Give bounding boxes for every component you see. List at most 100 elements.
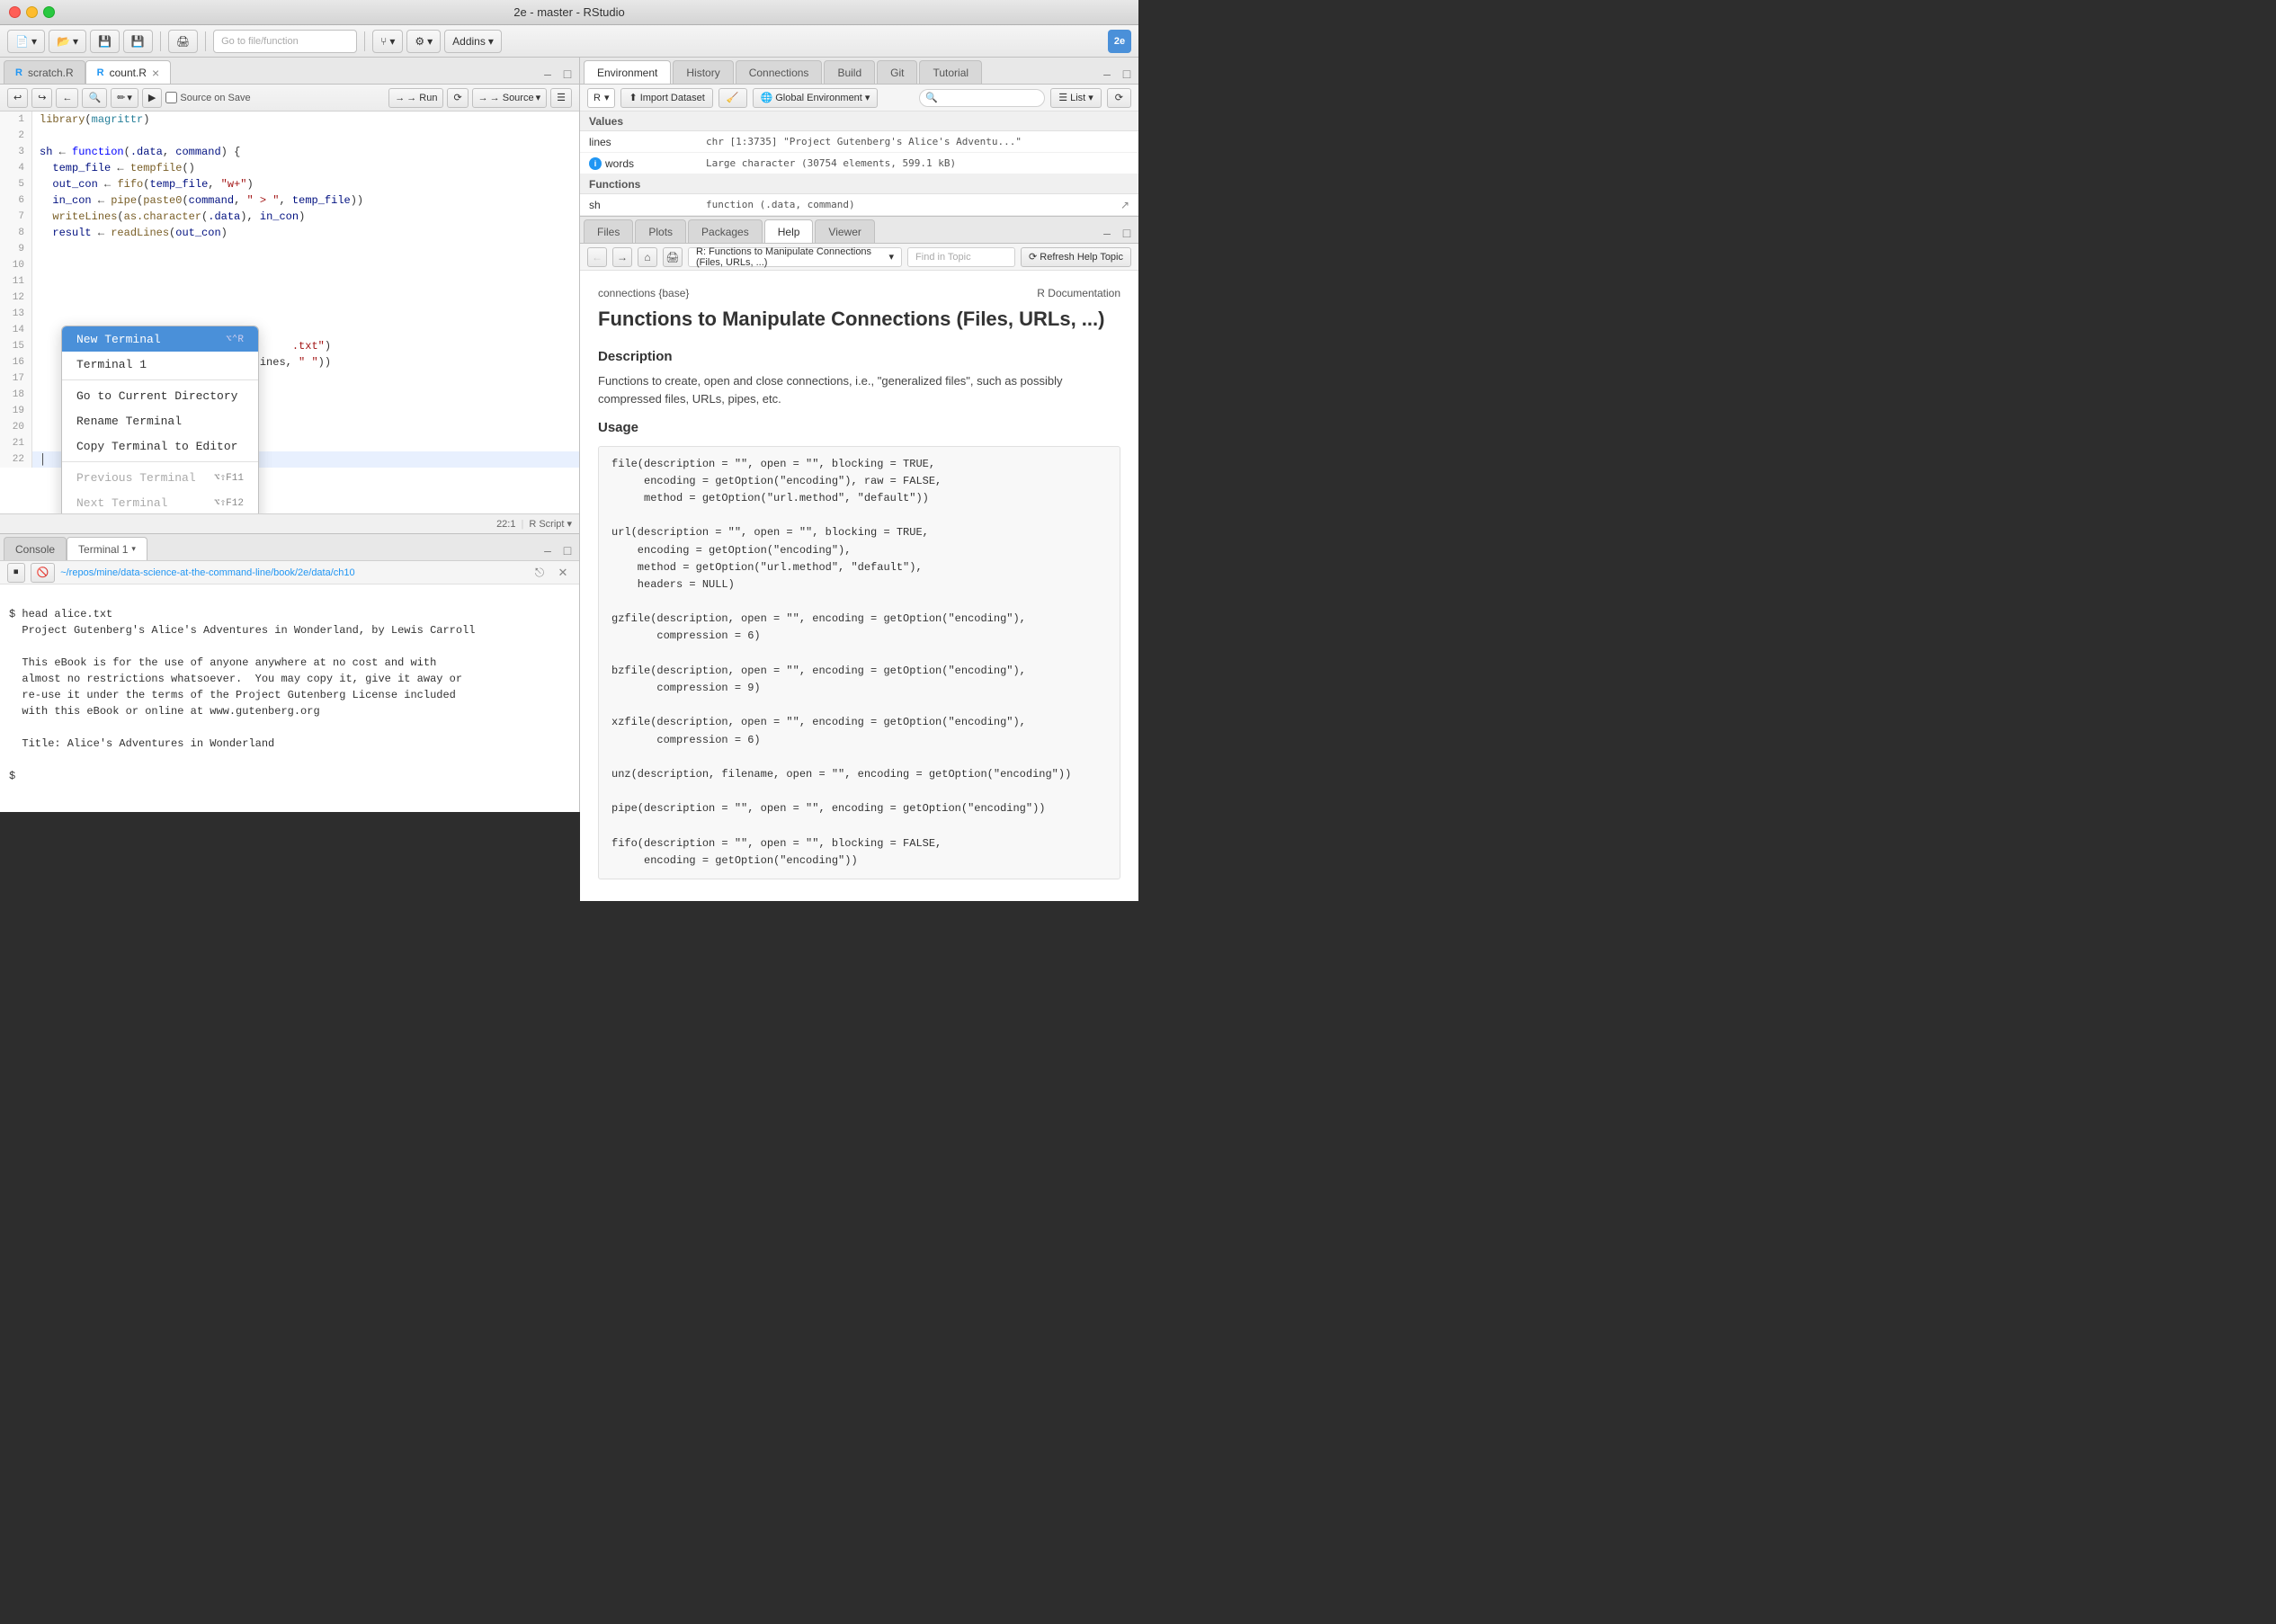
broom-button[interactable]: 🧹 (719, 88, 747, 108)
run-button[interactable]: → → Run (388, 88, 443, 108)
help-home-button[interactable]: ⌂ (638, 247, 657, 267)
minimize-button[interactable] (26, 6, 38, 18)
print-button[interactable]: 🖨 (168, 30, 198, 53)
code-line-12: 12 (0, 290, 579, 306)
format-button[interactable]: ✏ ▾ (111, 88, 138, 108)
help-location-text: R: Functions to Manipulate Connections (… (696, 246, 889, 268)
find-in-topic-input[interactable]: Find in Topic (907, 247, 1015, 267)
tab-packages[interactable]: Packages (688, 219, 763, 243)
import-dataset-button[interactable]: ⬆ Import Dataset (620, 88, 712, 108)
tab-tutorial[interactable]: Tutorial (919, 60, 982, 84)
compile-button[interactable]: ▶ (142, 88, 162, 108)
refresh-env-button[interactable]: ⟳ (1107, 88, 1131, 108)
help-location-bar: R: Functions to Manipulate Connections (… (688, 247, 902, 267)
tab-files[interactable]: Files (584, 219, 633, 243)
toolbar-separator-1 (160, 31, 161, 51)
console-clear-button[interactable]: ⎋ (531, 564, 549, 582)
terminal-tab[interactable]: Terminal 1 ▾ (67, 537, 147, 560)
menu-item-goto-dir[interactable]: Go to Current Directory (62, 383, 258, 408)
source-button[interactable]: → → Source ▾ (472, 88, 547, 108)
code-line-4: 4 temp_file ← tempfile() (0, 160, 579, 176)
dropdown-arrow: ▾ (604, 92, 610, 103)
undo-button[interactable]: ↩ (7, 88, 28, 108)
refresh-help-button[interactable]: ⟳ Refresh Help Topic (1021, 247, 1131, 267)
tab-count-label: count.R (110, 67, 147, 79)
tab-scratch-r[interactable]: R scratch.R (4, 60, 85, 84)
tab-plots[interactable]: Plots (635, 219, 686, 243)
minimize-console-button[interactable]: – (540, 542, 556, 558)
help-print-button[interactable]: 🖨 (663, 247, 683, 267)
help-back-button[interactable]: ← (587, 247, 607, 267)
redo-icon: ↪ (38, 92, 46, 103)
tab-close-icon[interactable]: × (152, 67, 159, 79)
git-commit-button[interactable]: ⑂ ▾ (372, 30, 403, 53)
tab-connections[interactable]: Connections (736, 60, 823, 84)
tab-count-r[interactable]: R count.R × (85, 60, 172, 84)
env-panel-tabs: Environment History Connections Build Gi… (580, 58, 1138, 85)
reload-button[interactable]: ⟳ (447, 88, 468, 108)
addins-button[interactable]: Addins ▾ (444, 30, 502, 53)
menu-item-rename-terminal[interactable]: Rename Terminal (62, 408, 258, 433)
env-row-sh[interactable]: sh function (.data, command) ↗ (580, 194, 1138, 216)
maximize-env-button[interactable]: □ (1119, 66, 1135, 82)
list-view-button[interactable]: ☰ List ▾ (1050, 88, 1102, 108)
env-content: Values lines chr [1:3735] "Project Guten… (580, 112, 1138, 216)
build-tab-label: Build (837, 67, 861, 79)
menu-item-copy-to-editor[interactable]: Copy Terminal to Editor (62, 433, 258, 459)
env-row-lines[interactable]: lines chr [1:3735] "Project Gutenberg's … (580, 131, 1138, 153)
minimize-env-button[interactable]: – (1099, 66, 1115, 82)
redo-button[interactable]: ↪ (31, 88, 52, 108)
tab-help[interactable]: Help (764, 219, 814, 243)
minimize-help-button[interactable]: – (1099, 225, 1115, 241)
reload-icon: ⟳ (453, 92, 461, 103)
r-version-selector[interactable]: R ▾ (587, 88, 615, 108)
terminal-path-label: ~/repos/mine/data-science-at-the-command… (60, 567, 354, 578)
goto-input[interactable]: Go to file/function (213, 30, 357, 53)
help-content[interactable]: connections {base} R Documentation Funct… (580, 271, 1138, 901)
find-button[interactable]: 🔍 (82, 88, 107, 108)
tab-git[interactable]: Git (877, 60, 917, 84)
tab-scratch-label: scratch.R (28, 67, 74, 79)
tab-viewer[interactable]: Viewer (815, 219, 874, 243)
save-button[interactable]: 💾 (90, 30, 120, 53)
new-file-button[interactable]: 📄 ▾ (7, 30, 45, 53)
menu-item-new-terminal[interactable]: New Terminal ⌥⌃R (62, 326, 258, 352)
build-button[interactable]: ⚙ ▾ (406, 30, 441, 53)
code-editor[interactable]: 1 library(magrittr) 2 3 sh ← function(.d… (0, 112, 579, 513)
expand-icon[interactable]: ↗ (1120, 199, 1129, 211)
global-env-selector[interactable]: 🌐 Global Environment ▾ (753, 88, 879, 108)
close-button[interactable] (9, 6, 21, 18)
interrupt-console-button[interactable]: ⏹ (7, 563, 25, 583)
code-line-13: 13 (0, 306, 579, 322)
env-row-words[interactable]: i words Large character (30754 elements,… (580, 153, 1138, 174)
maximize-button[interactable] (43, 6, 55, 18)
print-icon: 🖨 (176, 35, 190, 48)
save-all-button[interactable]: 💾 (123, 30, 153, 53)
tab-history[interactable]: History (673, 60, 733, 84)
right-pane: Environment History Connections Build Gi… (580, 58, 1138, 812)
console-close-button[interactable]: ✕ (554, 564, 572, 582)
menu-button[interactable]: ☰ (550, 88, 572, 108)
console-tab[interactable]: Console (4, 537, 67, 560)
toolbar-separator-2 (205, 31, 206, 51)
tab-build[interactable]: Build (824, 60, 875, 84)
maximize-console-button[interactable]: □ (559, 542, 576, 558)
code-line-9: 9 (0, 241, 579, 257)
minimize-editor-button[interactable]: – (540, 66, 556, 82)
nav-back-button[interactable]: ← (56, 88, 78, 108)
open-file-button[interactable]: 📂 ▾ (49, 30, 86, 53)
source-arrow-icon: → (478, 93, 488, 103)
env-search-input[interactable] (919, 89, 1045, 107)
menu-item-terminal-1[interactable]: Terminal 1 (62, 352, 258, 377)
source-on-save-label: Source on Save (180, 93, 250, 103)
maximize-editor-button[interactable]: □ (559, 66, 576, 82)
maximize-help-button[interactable]: □ (1119, 225, 1135, 241)
tab-environment[interactable]: Environment (584, 60, 671, 84)
help-forward-button[interactable]: → (612, 247, 632, 267)
traffic-lights[interactable] (9, 6, 55, 18)
user-avatar[interactable]: 2e (1108, 30, 1131, 53)
source-on-save-checkbox[interactable] (165, 92, 177, 103)
clear-console-button[interactable]: 🚫 (31, 563, 56, 583)
history-tab-label: History (686, 67, 719, 79)
console-content[interactable]: $ head alice.txt Project Gutenberg's Ali… (0, 584, 579, 812)
